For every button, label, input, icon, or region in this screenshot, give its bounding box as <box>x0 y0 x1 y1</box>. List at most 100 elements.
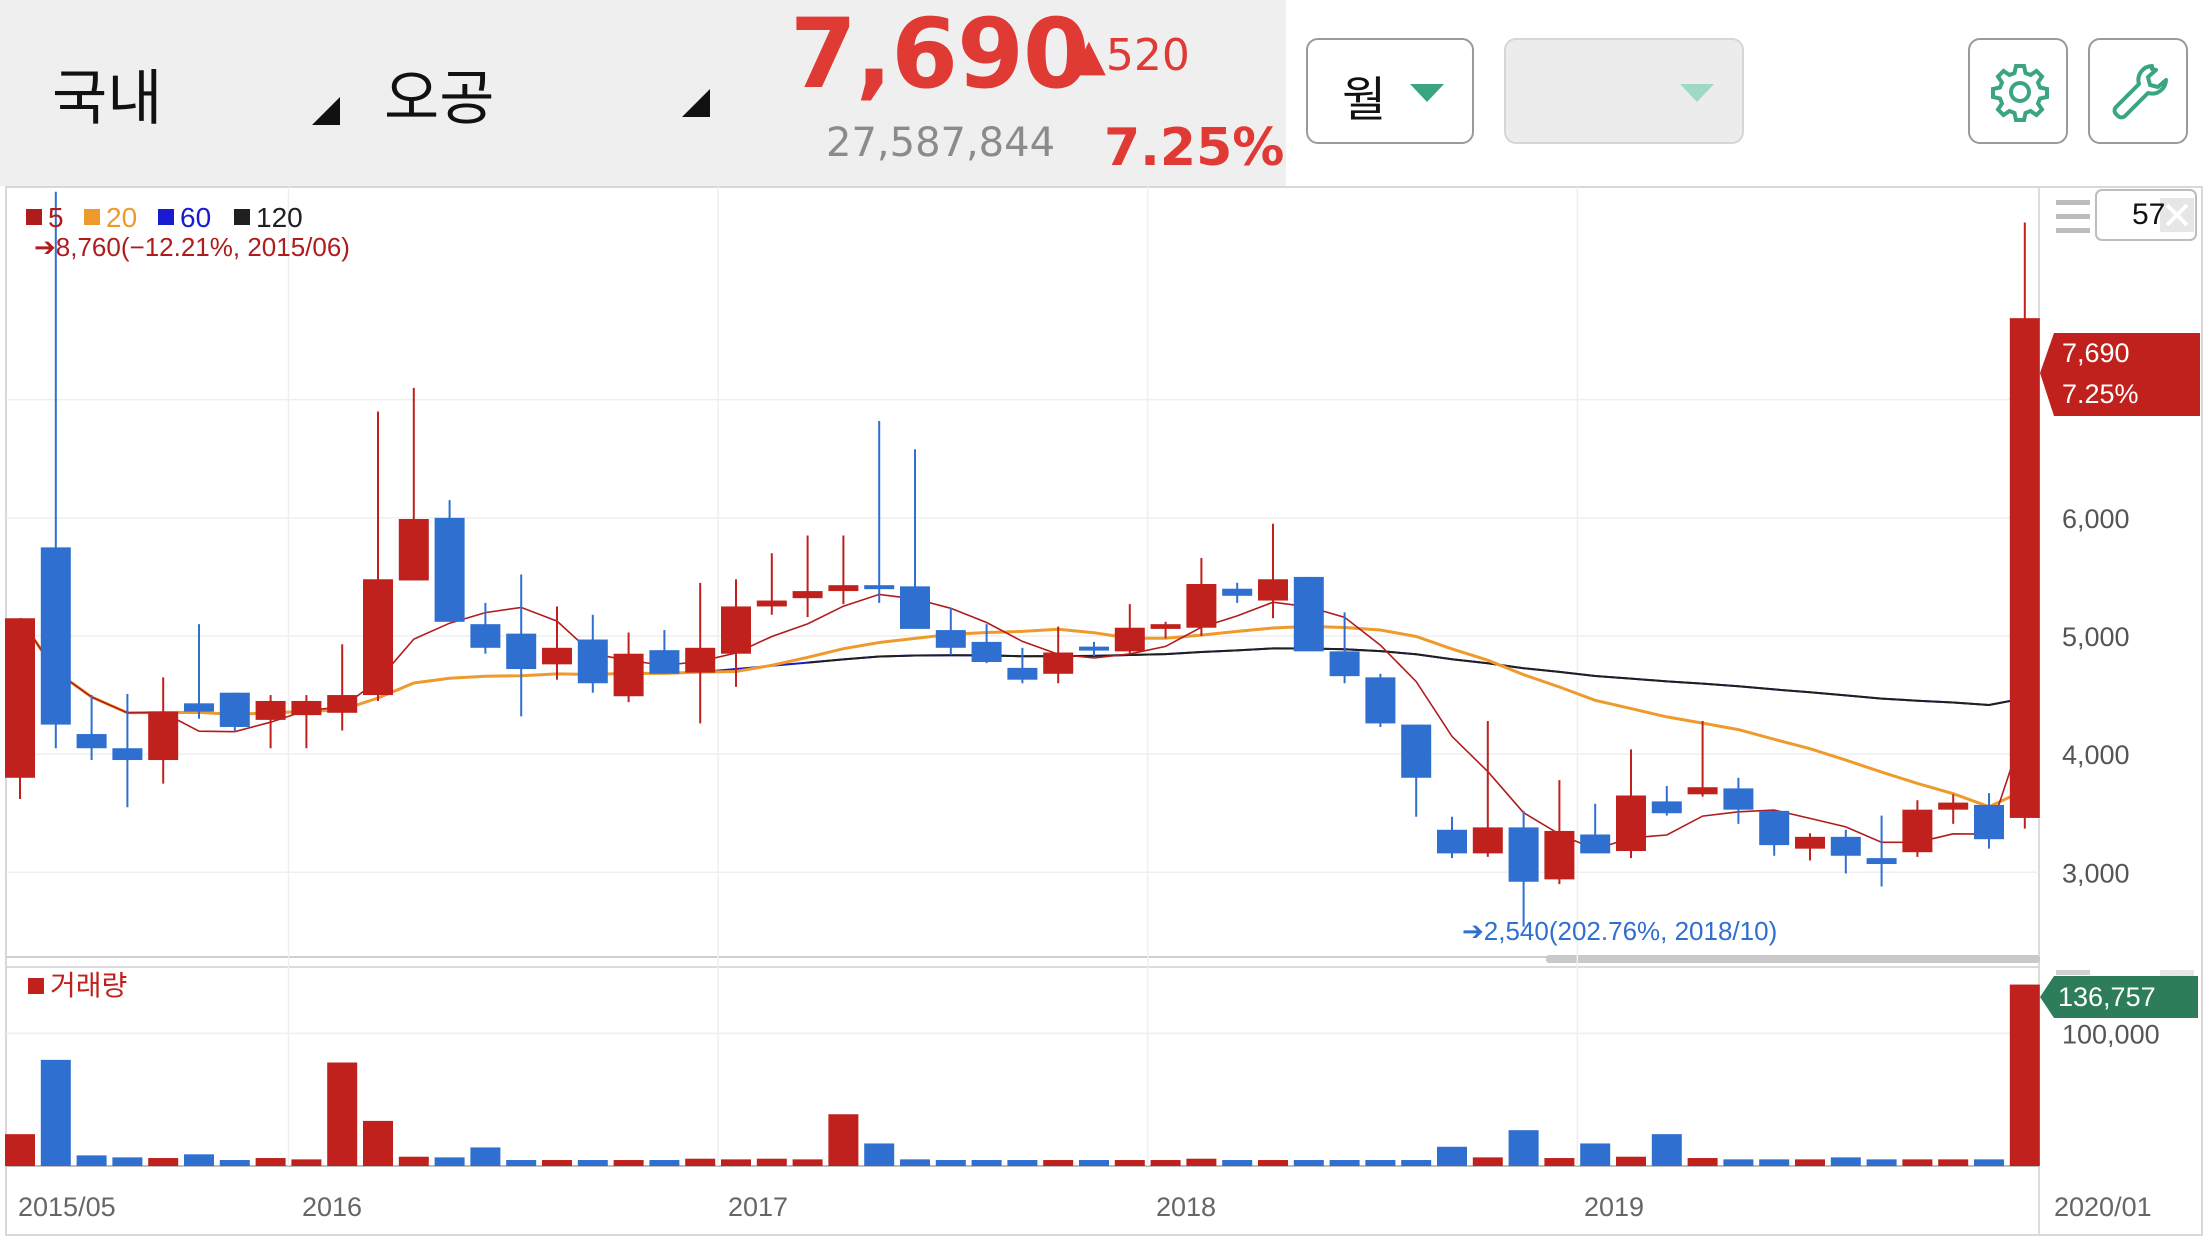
volume-bar[interactable] <box>1329 1160 1360 1166</box>
candle-body[interactable] <box>828 585 859 592</box>
volume-bar[interactable] <box>1651 1134 1682 1166</box>
candle-body[interactable] <box>1687 787 1718 795</box>
volume-bar[interactable] <box>1938 1159 1969 1166</box>
candle-body[interactable] <box>470 624 501 648</box>
volume-bar[interactable] <box>756 1158 787 1166</box>
candle-body[interactable] <box>148 711 179 761</box>
volume-bar[interactable] <box>1544 1158 1575 1166</box>
stock-chart[interactable]: 7,0006,0005,0004,0003,000100,0002015/052… <box>0 0 2208 1242</box>
candle-body[interactable] <box>935 630 966 648</box>
candle-body[interactable] <box>1938 802 1969 810</box>
volume-bar[interactable] <box>112 1157 143 1166</box>
candle-body[interactable] <box>1007 667 1038 680</box>
volume-bar[interactable] <box>1795 1159 1825 1166</box>
candle-body[interactable] <box>1795 836 1825 849</box>
candle-body[interactable] <box>577 639 608 684</box>
candle-body[interactable] <box>1902 809 1933 853</box>
volume-bar[interactable] <box>1222 1160 1253 1166</box>
candle-body[interactable] <box>1651 801 1682 814</box>
candle-body[interactable] <box>1222 588 1253 596</box>
volume-bar[interactable] <box>40 1059 71 1166</box>
volume-bar[interactable] <box>1580 1143 1611 1166</box>
volume-bar[interactable] <box>327 1062 358 1166</box>
candle-body[interactable] <box>2009 318 2040 818</box>
candle-body[interactable] <box>1365 677 1396 724</box>
candle-body[interactable] <box>1043 652 1074 674</box>
volume-bar[interactable] <box>1974 1159 2004 1166</box>
volume-bar[interactable] <box>363 1120 393 1166</box>
volume-bar[interactable] <box>792 1159 823 1166</box>
volume-bar[interactable] <box>542 1160 572 1166</box>
volume-bar[interactable] <box>5 1134 35 1166</box>
candle-body[interactable] <box>756 600 787 607</box>
volume-bar[interactable] <box>470 1147 501 1166</box>
volume-bar[interactable] <box>1830 1157 1861 1166</box>
candle-body[interactable] <box>1866 858 1897 865</box>
volume-bar[interactable] <box>1472 1157 1503 1166</box>
candle-body[interactable] <box>434 517 465 622</box>
volume-bar[interactable] <box>1043 1160 1074 1166</box>
candle-body[interactable] <box>219 692 250 727</box>
volume-bar[interactable] <box>1079 1160 1109 1166</box>
candle-body[interactable] <box>1079 646 1109 651</box>
candle-body[interactable] <box>900 586 930 629</box>
candle-body[interactable] <box>1974 804 2004 840</box>
candle-body[interactable] <box>1186 583 1217 628</box>
volume-bar[interactable] <box>1365 1160 1396 1166</box>
volume-bar[interactable] <box>828 1114 859 1166</box>
candle-body[interactable] <box>398 519 429 581</box>
candle-body[interactable] <box>76 734 107 749</box>
volume-bar[interactable] <box>1114 1160 1145 1166</box>
volume-bar[interactable] <box>506 1160 537 1166</box>
volume-bar[interactable] <box>148 1158 179 1166</box>
volume-bar[interactable] <box>935 1160 966 1166</box>
volume-bar[interactable] <box>2009 984 2040 1166</box>
candle-body[interactable] <box>1830 836 1861 856</box>
scroll-thumb[interactable] <box>1546 955 2040 963</box>
candle-body[interactable] <box>1580 834 1611 854</box>
volume-bar[interactable] <box>613 1160 644 1166</box>
candle-body[interactable] <box>40 547 71 725</box>
volume-bar[interactable] <box>76 1155 107 1166</box>
candle-body[interactable] <box>363 579 393 696</box>
candle-body[interactable] <box>971 641 1002 662</box>
candle-body[interactable] <box>1544 830 1575 880</box>
volume-bar[interactable] <box>1186 1158 1217 1166</box>
candle-body[interactable] <box>506 633 537 670</box>
candle-body[interactable] <box>721 606 751 654</box>
candle-body[interactable] <box>542 647 572 665</box>
volume-bar[interactable] <box>971 1160 1002 1166</box>
candle-body[interactable] <box>1258 579 1288 601</box>
candle-body[interactable] <box>1508 827 1539 882</box>
candle-body[interactable] <box>613 653 644 697</box>
candle-body[interactable] <box>1293 576 1324 652</box>
candle-body[interactable] <box>1401 724 1432 778</box>
volume-bar[interactable] <box>1616 1156 1646 1166</box>
volume-bar[interactable] <box>1759 1159 1790 1166</box>
candle-body[interactable] <box>1723 788 1754 810</box>
volume-bar[interactable] <box>649 1160 680 1166</box>
candle-body[interactable] <box>864 585 895 590</box>
candle-body[interactable] <box>1114 627 1145 652</box>
volume-bar[interactable] <box>291 1159 322 1166</box>
candle-body[interactable] <box>291 700 322 716</box>
volume-bar[interactable] <box>685 1158 716 1166</box>
volume-menu-icon[interactable] <box>2056 970 2090 975</box>
volume-bar[interactable] <box>1687 1158 1718 1166</box>
menu-icon[interactable] <box>2056 200 2090 233</box>
candle-body[interactable] <box>1616 795 1646 852</box>
volume-bar[interactable] <box>255 1158 286 1166</box>
candle-body[interactable] <box>184 703 214 712</box>
candle-body[interactable] <box>1437 829 1467 854</box>
volume-bar[interactable] <box>1508 1130 1539 1166</box>
volume-bar[interactable] <box>1401 1160 1432 1166</box>
candle-body[interactable] <box>1759 810 1790 846</box>
candle-body[interactable] <box>5 618 35 778</box>
candle-body[interactable] <box>327 695 358 713</box>
volume-bar[interactable] <box>1723 1159 1754 1166</box>
volume-bar[interactable] <box>1258 1160 1288 1166</box>
volume-bar[interactable] <box>577 1160 608 1166</box>
candle-body[interactable] <box>112 748 143 761</box>
candle-body[interactable] <box>255 700 286 720</box>
volume-bar[interactable] <box>219 1160 250 1166</box>
